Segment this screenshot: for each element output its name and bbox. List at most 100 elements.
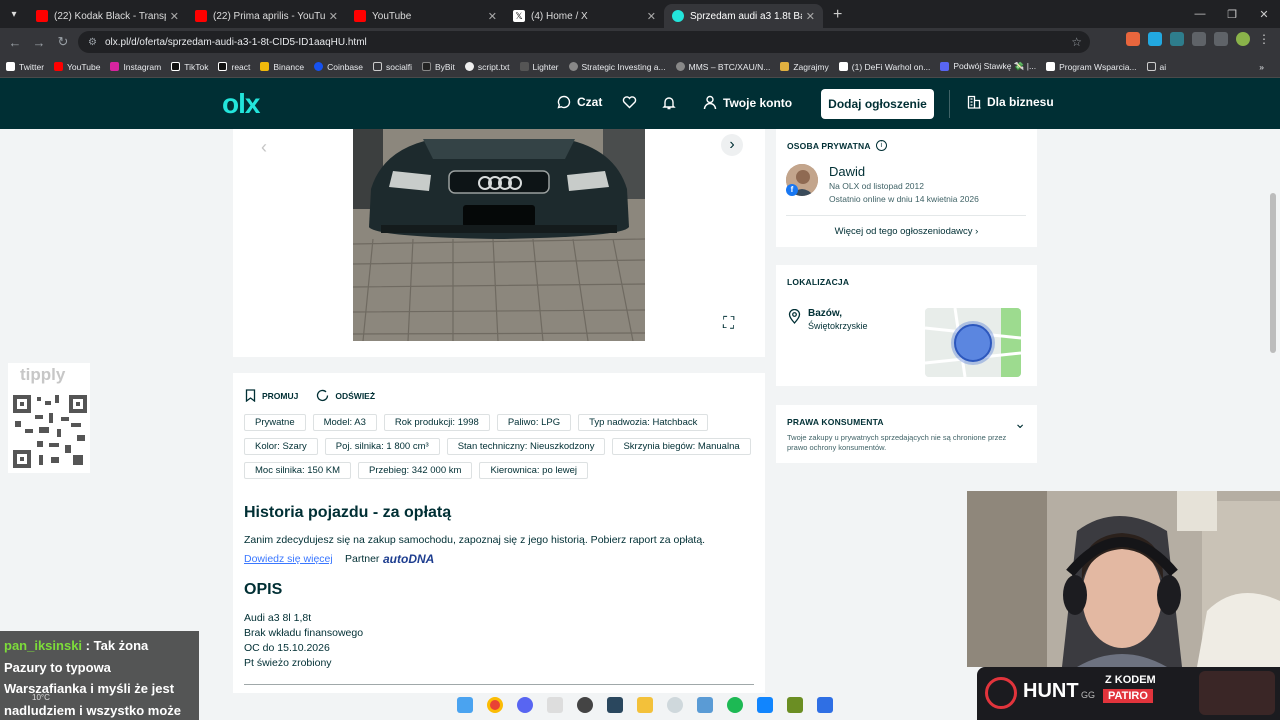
business-link[interactable]: Dla biznesu [967, 95, 1054, 109]
app-icon[interactable] [697, 697, 713, 713]
window-controls: — ❐ ✕ [1184, 0, 1280, 28]
browser-tab[interactable]: (22) Prima aprilis - YouTube ✕ [187, 4, 346, 28]
profile-avatar[interactable] [1236, 32, 1250, 46]
learn-more-link[interactable]: Dowiedz się więcej [244, 553, 333, 565]
bookmark-star-icon[interactable]: ☆ [1071, 35, 1082, 49]
browser-tab[interactable]: YouTube ✕ [346, 4, 505, 28]
tiktok-icon [218, 62, 228, 71]
bookmark[interactable]: ByBit [422, 62, 455, 72]
file-explorer-icon[interactable] [637, 697, 653, 713]
more-bookmarks-icon[interactable]: » [1259, 62, 1264, 72]
windows-start-icon[interactable] [457, 697, 473, 713]
globe-icon [568, 62, 578, 71]
bookmark[interactable]: Lighter [519, 62, 559, 72]
parameter-tag: Model: A3 [312, 414, 377, 431]
sidepanel-icon[interactable] [1214, 32, 1228, 46]
location-map[interactable] [925, 308, 1021, 377]
webcam-feed [967, 491, 1280, 667]
olx-logo[interactable]: olx [222, 90, 260, 118]
tab-title: (22) Prima aprilis - YouTube [213, 10, 325, 22]
close-tab-icon[interactable]: ✕ [806, 10, 815, 23]
bookmark[interactable]: script.txt [464, 62, 510, 72]
tab-search-icon[interactable]: ▾ [0, 0, 28, 28]
bookmark[interactable]: MMS – BTC/XAU/N... [675, 62, 770, 72]
close-window-icon[interactable]: ✕ [1248, 0, 1280, 28]
maximize-icon[interactable]: ❐ [1216, 0, 1248, 28]
car-photo[interactable] [353, 129, 645, 341]
puzzle-icon[interactable] [1192, 32, 1206, 46]
page-scrollbar[interactable] [1270, 193, 1276, 353]
bookmark[interactable]: Program Wsparcia... [1046, 62, 1137, 72]
autodna-logo[interactable]: autoDNA [383, 552, 434, 566]
bookmark[interactable]: Binance [260, 62, 304, 72]
chevron-down-icon[interactable]: ⌄ [1014, 415, 1026, 432]
discord-icon[interactable] [517, 697, 533, 713]
discord-icon [940, 62, 950, 71]
cursor-app-icon[interactable] [667, 697, 683, 713]
weather-temp: 10°C [32, 693, 50, 702]
account-link[interactable]: Twoje konto [703, 95, 792, 110]
site-info-icon[interactable]: ⚙ [88, 37, 97, 48]
consumer-rights-text: Twoje zakupy u prywatnych sprzedających … [787, 433, 1007, 452]
bookmark[interactable]: Instagram [110, 62, 161, 72]
bookmark-label: TikTok [184, 61, 209, 72]
reload-icon[interactable]: ↻ [51, 34, 75, 50]
promote-button[interactable]: PROMUJ [245, 389, 298, 402]
hunt-logo-icon [985, 677, 1017, 709]
chrome-icon[interactable] [487, 697, 503, 713]
add-listing-button[interactable]: Dodaj ogłoszenie [821, 89, 934, 119]
bookmark[interactable]: ai [1146, 62, 1166, 72]
globe-icon [675, 62, 685, 71]
fullscreen-icon[interactable]: ⛶ [723, 315, 734, 333]
browser-tab-active[interactable]: Sprzedam audi a3 1.8t Bazów - ✕ [664, 4, 823, 28]
browser-tab[interactable]: 𝕏 (4) Home / X ✕ [505, 4, 664, 28]
listing-details-card: PROMUJ ODŚWIEŻ Prywatne Model: A3 Rok pr… [233, 373, 765, 693]
close-tab-icon[interactable]: ✕ [170, 10, 179, 23]
seller-name[interactable]: Dawid [829, 164, 865, 179]
back-icon[interactable]: ← [3, 35, 27, 50]
bookmark[interactable]: react [218, 62, 250, 72]
spotify-icon[interactable] [727, 697, 743, 713]
hunt-case-image [1199, 671, 1275, 715]
browser-tab[interactable]: (22) Kodak Black - Transportin' ✕ [28, 4, 187, 28]
bookmark[interactable]: TikTok [171, 62, 208, 72]
game-icon[interactable] [787, 697, 803, 713]
forward-icon[interactable]: → [27, 35, 51, 50]
bookmark-label: Instagram [123, 61, 162, 72]
extension-icon[interactable] [1126, 32, 1140, 46]
chat-link[interactable]: Czat [557, 95, 602, 109]
notifications-bell-icon[interactable] [662, 95, 676, 110]
photo-gallery: ‹ › ⛶ [233, 129, 765, 357]
obs-icon[interactable] [577, 697, 593, 713]
bookmark-label: Strategic Investing a... [581, 61, 666, 72]
bookmark[interactable]: Zagrajmy [780, 62, 829, 72]
gallery-prev-icon[interactable]: ‹ [261, 137, 267, 158]
bookmark[interactable]: (1) DeFi Warhol on... [838, 62, 930, 72]
consumer-rights-card[interactable]: PRAWA KONSUMENTA ⌄ Twoje zakupy u prywat… [776, 405, 1037, 463]
bookmark[interactable]: Podwój Stawkę 💸 |... [940, 61, 1036, 72]
close-tab-icon[interactable]: ✕ [329, 10, 338, 23]
new-tab-button[interactable]: + [823, 6, 852, 28]
steam-icon[interactable] [607, 697, 623, 713]
favorites-heart-icon[interactable] [622, 95, 637, 109]
app-icon[interactable] [817, 697, 833, 713]
x-icon [1046, 62, 1056, 71]
close-tab-icon[interactable]: ✕ [488, 10, 497, 23]
menu-dots-icon[interactable]: ⋮ [1258, 32, 1272, 46]
extension-icon[interactable] [1148, 32, 1162, 46]
bookmark[interactable]: Coinbase [314, 62, 363, 72]
bookmark[interactable]: Twitter [6, 62, 44, 72]
bookmark[interactable]: YouTube [54, 62, 100, 72]
app-icon[interactable] [547, 697, 563, 713]
url-field[interactable]: ⚙ olx.pl/d/oferta/sprzedam-audi-a3-1-8t-… [78, 31, 1090, 53]
refresh-button[interactable]: ODŚWIEŻ [316, 389, 375, 402]
gallery-next-icon[interactable]: › [721, 134, 743, 156]
more-from-seller-link[interactable]: Więcej od tego ogłoszeniodawcy › [776, 226, 1037, 237]
bluesky-icon[interactable] [757, 697, 773, 713]
close-tab-icon[interactable]: ✕ [647, 10, 656, 23]
minimize-icon[interactable]: — [1184, 0, 1216, 28]
extension-icon[interactable] [1170, 32, 1184, 46]
bookmark[interactable]: socialfi [373, 62, 412, 72]
bookmark[interactable]: Strategic Investing a... [568, 61, 666, 72]
info-icon[interactable]: i [875, 140, 887, 151]
